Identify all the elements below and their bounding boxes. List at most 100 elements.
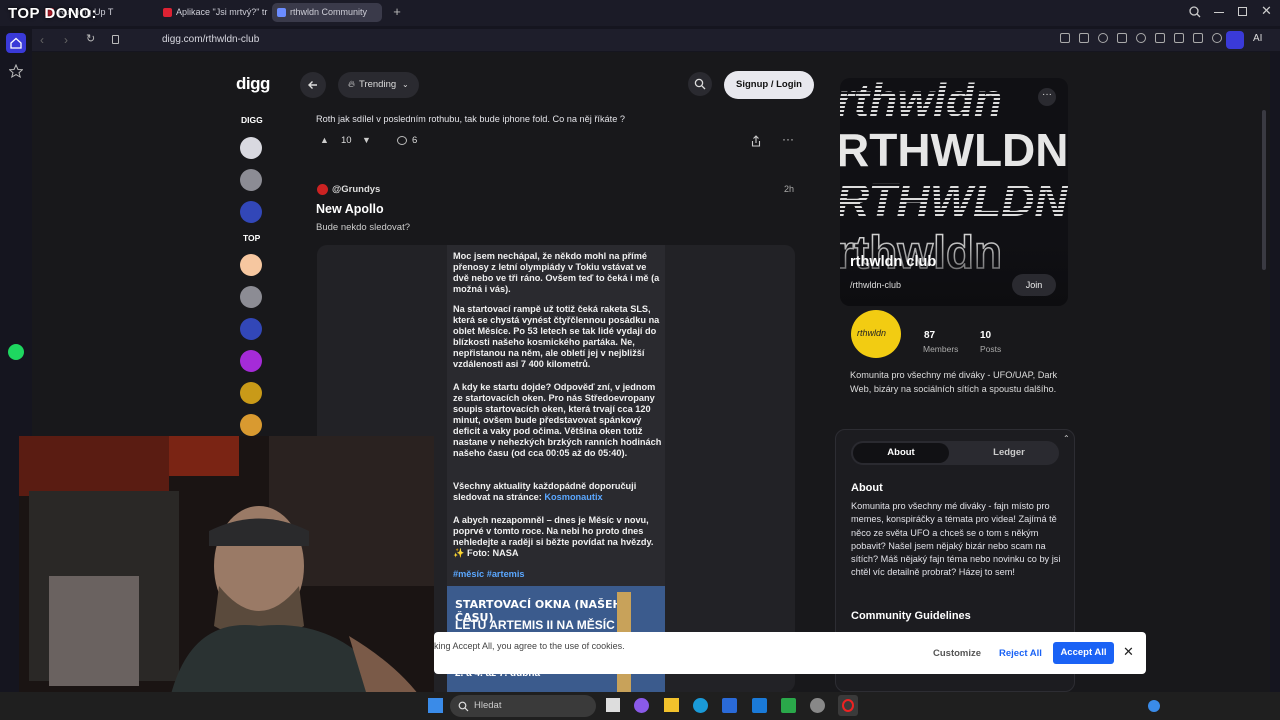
reject-all-button[interactable]: Reject All <box>999 648 1042 659</box>
spotify-icon[interactable] <box>8 344 24 360</box>
maximize-icon[interactable] <box>1238 7 1247 16</box>
kosmonautix-link[interactable]: Kosmonautix <box>544 492 602 502</box>
nav-top-blue-icon[interactable] <box>240 318 262 340</box>
svg-text:RTHWLDN: RTHWLDN <box>840 124 1068 176</box>
posts-count: 10 <box>980 330 992 341</box>
star-icon[interactable] <box>8 63 24 79</box>
banner-more-icon[interactable]: ··· <box>1038 88 1056 106</box>
author-avatar[interactable] <box>317 184 328 195</box>
community-name: rthwldn club <box>850 254 937 270</box>
edge-icon[interactable] <box>693 698 708 713</box>
about-tabs: About Ledger <box>851 441 1059 465</box>
back-nav-icon[interactable]: ‹ <box>40 33 44 47</box>
join-button[interactable]: Join <box>1012 274 1056 296</box>
upvote-icon[interactable]: ▲ <box>320 135 329 145</box>
file-explorer-icon[interactable] <box>664 698 679 712</box>
wallet-icon[interactable] <box>1226 31 1244 49</box>
downvote-icon[interactable]: ▼ <box>362 135 371 145</box>
nav-community-rocket-icon[interactable] <box>240 169 262 191</box>
tab-label: Aplikace "Jsi mrtvý?" trhá <box>176 7 268 17</box>
browser-tab-2[interactable]: Aplikace "Jsi mrtvý?" trhá <box>158 3 268 22</box>
chevron-down-icon: ⌄ <box>402 80 409 89</box>
close-cookie-icon[interactable]: ✕ <box>1123 644 1134 660</box>
search-tabs-icon[interactable] <box>1188 5 1202 19</box>
search-button[interactable] <box>688 72 712 96</box>
members-count: 87 <box>924 330 936 341</box>
app-green-icon[interactable] <box>781 698 796 713</box>
nav-community-question-icon[interactable] <box>240 137 262 159</box>
post-title[interactable]: New Apollo <box>316 202 384 216</box>
browser-toolbar-icons <box>1060 33 1240 47</box>
profile-icon[interactable] <box>1212 33 1222 43</box>
url-field[interactable]: digg.com/rthwldn-club <box>162 34 259 45</box>
reload-icon[interactable]: ↻ <box>86 32 95 45</box>
tray-icon[interactable] <box>1148 700 1160 712</box>
nav-top-emoji-icon[interactable] <box>240 414 262 436</box>
download-icon[interactable] <box>1174 33 1184 43</box>
browser-tab-3-active[interactable]: rthwldn Community <box>272 3 382 22</box>
box-icon[interactable] <box>1155 33 1165 43</box>
tab-ledger[interactable]: Ledger <box>961 443 1057 463</box>
opera-icon-active[interactable] <box>838 695 858 716</box>
forward-nav-icon[interactable]: › <box>64 33 68 47</box>
arrow-left-icon <box>308 81 317 89</box>
collapse-icon[interactable]: ⌃ <box>1063 434 1070 443</box>
outlook-icon[interactable] <box>752 698 767 713</box>
windows-start-icon[interactable] <box>428 698 443 713</box>
minimize-icon[interactable] <box>1214 12 1224 13</box>
accept-all-button[interactable]: Accept All <box>1053 642 1114 664</box>
search-icon <box>694 78 706 90</box>
post-text: Roth jak sdílel v posledním rothubu, tak… <box>316 114 625 124</box>
post-time: 2h <box>784 184 795 194</box>
nav-community-blue-icon[interactable] <box>240 201 262 223</box>
embedded-post: Moc jsem nechápal, že někdo mohl na přím… <box>447 245 665 692</box>
nav-top-chip-icon[interactable] <box>240 382 262 404</box>
new-tab-icon[interactable]: + <box>391 5 403 19</box>
more-options-icon[interactable]: ··· <box>782 132 794 146</box>
comment-count: 6 <box>412 135 418 146</box>
play-icon[interactable] <box>1117 33 1127 43</box>
task-view-icon[interactable] <box>606 698 620 712</box>
digg-favicon-icon <box>277 8 286 17</box>
customize-button[interactable]: Customize <box>933 648 981 659</box>
webcam-image <box>19 436 434 702</box>
about-text: Komunita pro všechny mé diváky - fajn mí… <box>851 501 1061 578</box>
taskbar-search[interactable]: Hledat <box>450 695 596 717</box>
cookie-text: king Accept All, you agree to the use of… <box>434 641 625 651</box>
nav-top-flower-icon[interactable] <box>240 254 262 276</box>
steam-icon[interactable] <box>810 698 825 713</box>
close-window-icon[interactable]: ✕ <box>1261 4 1275 18</box>
nav-top-rocket-icon[interactable] <box>240 286 262 308</box>
shield-icon[interactable] <box>1098 33 1108 43</box>
browser-tab-bar: Running Up T Aplikace "Jsi mrtvý?" trhá … <box>0 0 1280 26</box>
lock-icon <box>112 35 119 44</box>
ai-button[interactable]: AI <box>1253 33 1262 44</box>
taskbar-search-placeholder: Hledat <box>474 700 502 711</box>
opera-icon <box>842 699 854 712</box>
heart-icon[interactable] <box>1136 33 1146 43</box>
share-icon[interactable] <box>751 134 761 147</box>
edit-icon[interactable] <box>1060 33 1070 43</box>
copilot-icon[interactable] <box>634 698 649 713</box>
address-bar: ‹ › ↻ digg.com/rthwldn-club AI <box>32 29 1280 51</box>
comment-icon[interactable] <box>397 136 407 145</box>
store-icon[interactable] <box>722 698 737 713</box>
post-paragraph-3: A kdy ke startu dojde? Odpověď zní, v je… <box>453 382 662 458</box>
camera-icon[interactable] <box>1079 33 1089 43</box>
post-paragraph-2: Na startovací rampě už totiž čeká raketa… <box>453 304 660 369</box>
post-hashtags[interactable]: #měsíc #artemis <box>453 569 663 580</box>
menu-icon[interactable] <box>1193 33 1203 43</box>
vote-count: 10 <box>341 135 352 146</box>
signup-login-button[interactable]: Signup / Login <box>724 71 814 99</box>
back-button[interactable] <box>300 72 326 98</box>
nav-top-potion-icon[interactable] <box>240 350 262 372</box>
about-heading: About <box>851 482 883 494</box>
digg-logo[interactable]: digg <box>236 74 270 94</box>
home-icon[interactable] <box>6 33 26 53</box>
trending-dropdown[interactable]: 🔥︎ Trending ⌄ <box>338 72 419 98</box>
tab-about[interactable]: About <box>853 443 949 463</box>
post-author[interactable]: @Grundys <box>332 184 380 195</box>
page-scrollbar[interactable] <box>1262 110 1266 270</box>
youtube-favicon-icon <box>163 8 172 17</box>
svg-text:RTHWLDN: RTHWLDN <box>840 174 1068 226</box>
